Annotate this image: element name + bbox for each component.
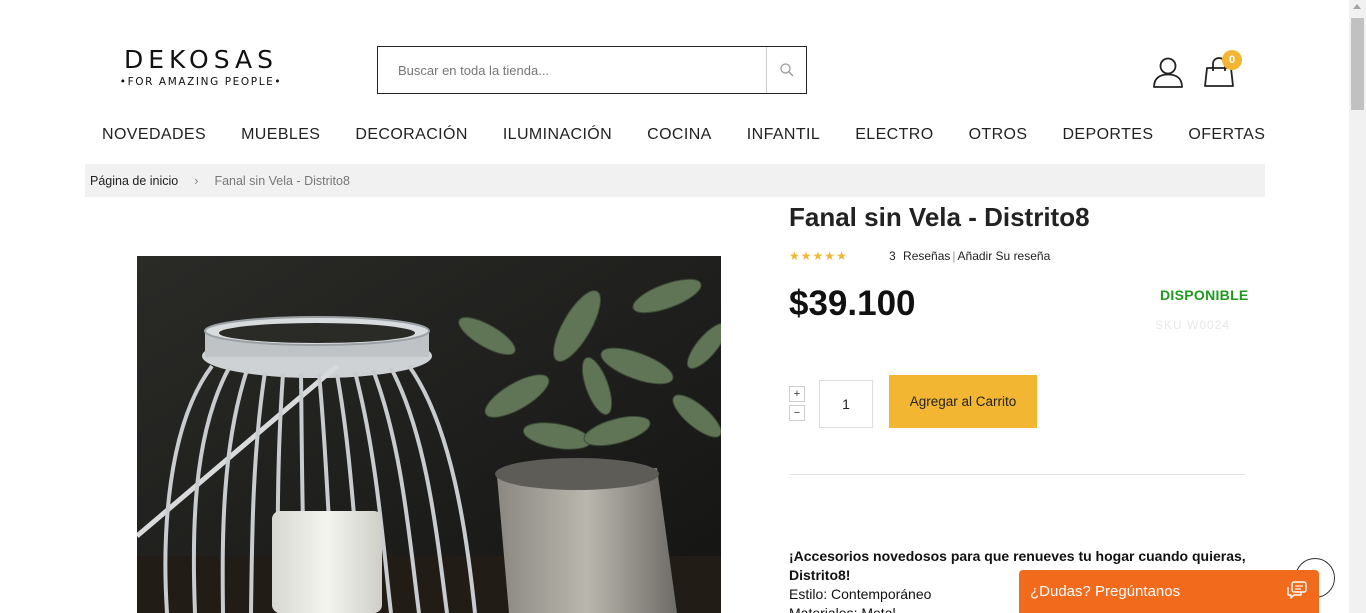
product-image[interactable] — [137, 256, 721, 613]
nav-item-novedades[interactable]: NOVEDADES — [102, 124, 206, 146]
nav-item-ofertas[interactable]: OFERTAS — [1188, 124, 1265, 146]
user-icon[interactable] — [1152, 56, 1184, 88]
reviews-separator: | — [952, 249, 956, 263]
rating-stars[interactable]: ★ ★ ★ ★ ★ — [789, 250, 847, 262]
add-to-cart-button[interactable]: Agregar al Carrito — [889, 375, 1037, 428]
stock-status: DISPONIBLE — [1160, 287, 1249, 303]
star-icon: ★ — [800, 249, 812, 263]
search-icon — [779, 63, 793, 77]
site-logo[interactable]: DEKOSAS •FOR AMAZING PEOPLE• — [111, 46, 291, 89]
nav-item-deportes[interactable]: DEPORTES — [1062, 124, 1153, 146]
nav-item-decoracion[interactable]: DECORACIÓN — [355, 124, 467, 146]
nav-item-muebles[interactable]: MUEBLES — [241, 124, 320, 146]
search-input[interactable] — [378, 47, 766, 93]
search-button[interactable] — [766, 47, 806, 93]
nav-item-iluminacion[interactable]: ILUMINACIÓN — [503, 124, 612, 146]
nav-item-infantil[interactable]: INFANTIL — [747, 124, 820, 146]
star-icon: ★ — [789, 249, 800, 263]
product-sku: SKU W0024 — [1155, 318, 1231, 332]
nav-item-otros[interactable]: OTROS — [969, 124, 1028, 146]
product-price: $39.100 — [789, 284, 916, 323]
quantity-input[interactable] — [819, 380, 873, 428]
scrollbar-thumb[interactable] — [1351, 18, 1364, 110]
reviews-summary: 3 Reseñas | Añadir Su reseña — [889, 249, 1050, 263]
reviews-count[interactable]: 3 — [889, 249, 896, 263]
main-nav: NOVEDADES MUEBLES DECORACIÓN ILUMINACIÓN… — [102, 124, 1300, 146]
page: DEKOSAS •FOR AMAZING PEOPLE• 0 NOVEDADES… — [0, 0, 1366, 613]
chat-bubble-icon — [1287, 581, 1307, 599]
logo-tagline: •FOR AMAZING PEOPLE• — [119, 76, 283, 88]
add-review-link[interactable]: Añadir Su reseña — [958, 249, 1051, 263]
reviews-link[interactable]: Reseñas — [903, 249, 950, 263]
divider — [789, 474, 1245, 475]
product-title: Fanal sin Vela - Distrito8 — [789, 202, 1090, 232]
search-bar — [377, 46, 807, 94]
logo-brand: DEKOSAS — [123, 45, 279, 74]
qty-decrease-button[interactable]: − — [789, 405, 805, 421]
lantern-photo — [137, 256, 721, 613]
star-icon: ★ — [836, 249, 847, 263]
star-icon: ★ — [812, 249, 824, 263]
page-scrollbar[interactable] — [1349, 0, 1366, 613]
breadcrumb-home[interactable]: Página de inicio — [90, 174, 178, 188]
qty-increase-button[interactable]: + — [789, 386, 805, 402]
star-icon: ★ — [824, 249, 836, 263]
nav-item-cocina[interactable]: COCINA — [647, 124, 712, 146]
scroll-up-arrow-icon[interactable] — [1353, 4, 1361, 9]
chat-label: ¿Dudas? Pregúntanos — [1030, 583, 1181, 600]
chat-widget-bar[interactable]: ¿Dudas? Pregúntanos — [1019, 570, 1319, 613]
breadcrumb: Página de inicio › Fanal sin Vela - Dist… — [85, 164, 1265, 197]
nav-item-electro[interactable]: ELECTRO — [855, 124, 933, 146]
breadcrumb-current: Fanal sin Vela - Distrito8 — [214, 173, 350, 188]
cart-count-badge[interactable]: 0 — [1222, 50, 1242, 70]
breadcrumb-separator: › — [194, 173, 199, 188]
